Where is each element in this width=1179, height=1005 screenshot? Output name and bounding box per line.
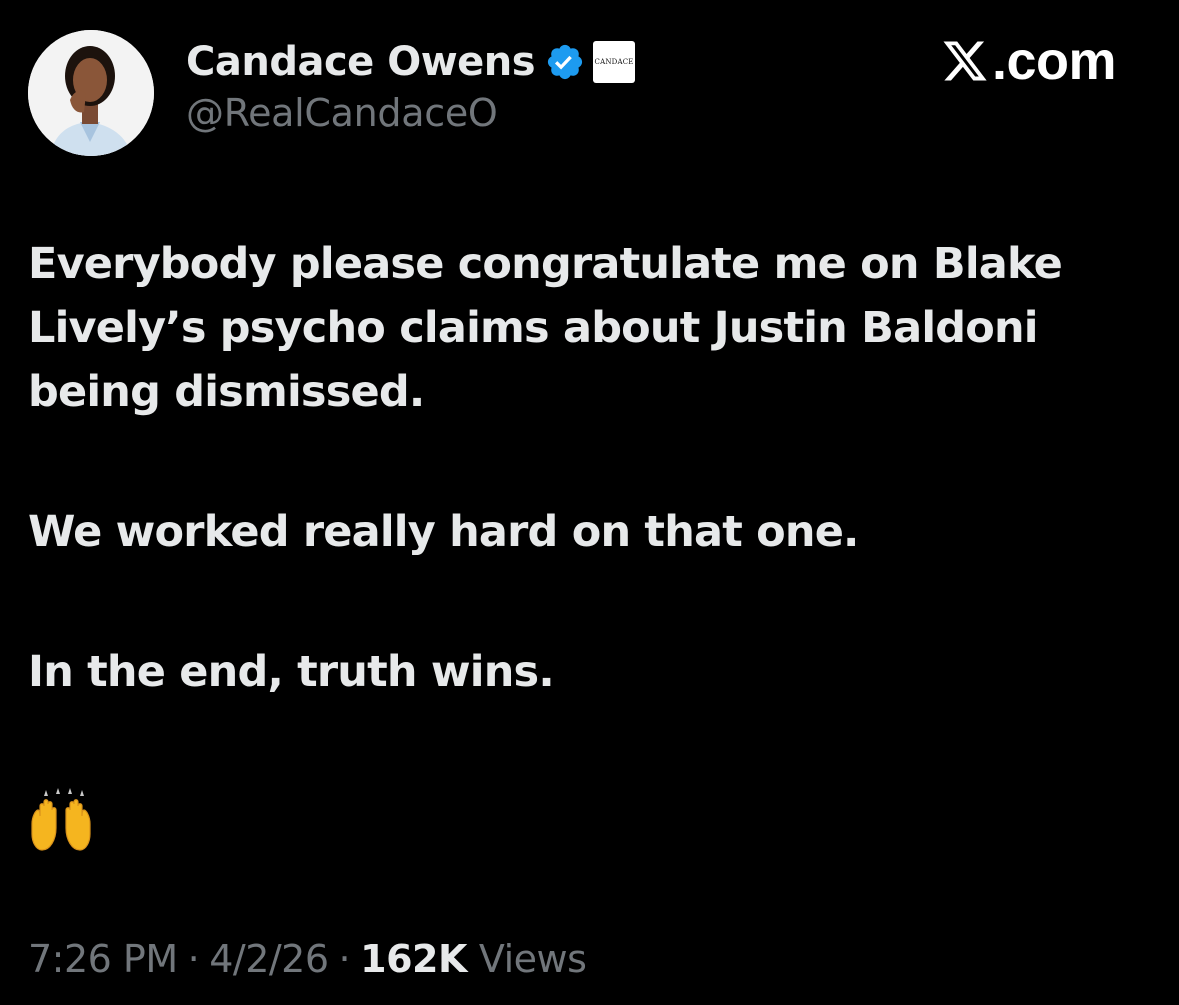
verified-badge-icon[interactable] <box>545 42 585 82</box>
tweet-meta: 7:26 PM · 4/2/26 · 162K Views <box>28 934 587 984</box>
meta-separator: · <box>187 937 200 981</box>
brand-domain-label: .com <box>992 31 1117 91</box>
display-name[interactable]: Candace Owens <box>186 39 536 85</box>
tweet-paragraph: We worked really hard on that one. <box>28 507 859 557</box>
author-handle[interactable]: @RealCandaceO <box>186 91 498 135</box>
affiliate-badge-text: CANDACE <box>594 58 634 66</box>
tweet-paragraph: Everybody please congratulate me on Blak… <box>28 239 1063 417</box>
avatar[interactable] <box>28 30 154 156</box>
tweet-date[interactable]: 4/2/26 <box>209 937 329 981</box>
x-logo-icon <box>943 41 987 81</box>
author-name-row: Candace Owens CANDACE <box>186 36 636 88</box>
views-label[interactable]: Views <box>479 937 587 981</box>
affiliate-badge[interactable]: CANDACE <box>593 41 636 83</box>
views-count[interactable]: 162K <box>360 937 467 981</box>
raising-hands-emoji <box>28 788 94 852</box>
profile-photo <box>28 30 154 156</box>
tweet-time[interactable]: 7:26 PM <box>28 937 178 981</box>
tweet-text: Everybody please congratulate me on Blak… <box>28 232 1138 704</box>
tweet-paragraph: In the end, truth wins. <box>28 647 555 697</box>
x-com-watermark: .com <box>940 30 1117 92</box>
meta-separator: · <box>338 937 351 981</box>
